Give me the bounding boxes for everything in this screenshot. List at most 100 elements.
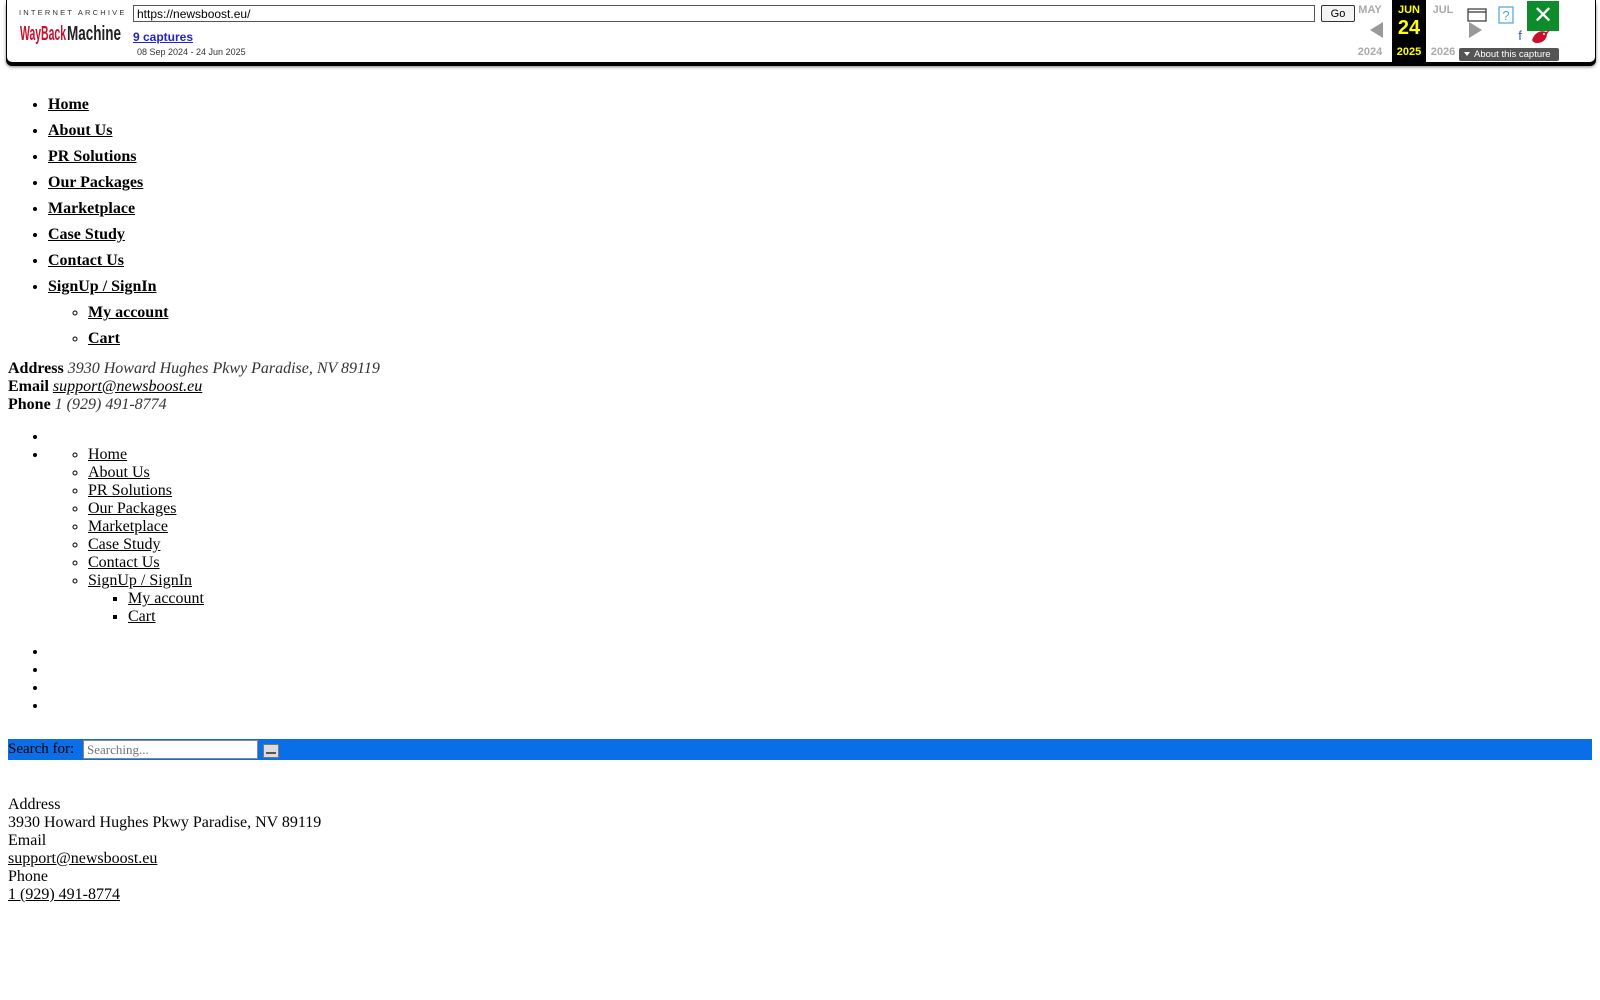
nav-link-my-account[interactable]: My account <box>88 304 168 321</box>
next-year-label: 2026 <box>1430 46 1456 58</box>
mobile-nav-link-home[interactable]: Home <box>88 446 127 463</box>
svg-text:f: f <box>1518 28 1522 42</box>
mobile-nav-submenu: My account Cart <box>88 590 1600 626</box>
current-month-label: JUN <box>1397 4 1420 16</box>
current-capture-column: JUN 24 2025 <box>1392 0 1426 62</box>
mobile-nav-link-pr-solutions[interactable]: PR Solutions <box>88 482 172 499</box>
mobile-nav-item: Home <box>88 446 1600 464</box>
footer-phone-label: Phone <box>8 868 48 885</box>
header-email-link[interactable]: support@newsboost.eu <box>53 378 202 395</box>
next-month-column[interactable]: JUL 2026 <box>1426 0 1460 62</box>
mobile-nav-link-contact[interactable]: Contact Us <box>88 554 160 571</box>
nav-item-signup: SignUp / SignIn My account Cart <box>48 274 1600 352</box>
nav-link-cart[interactable]: Cart <box>88 330 120 347</box>
header-address-value: 3930 Howard Hughes Pkwy Paradise, NV 891… <box>67 360 380 377</box>
nav-link-contact[interactable]: Contact Us <box>48 252 124 269</box>
mobile-nav-item: Case Study <box>88 536 1600 554</box>
main-nav: Home About Us PR Solutions Our Packages … <box>0 92 1600 352</box>
mobile-nav-link-about[interactable]: About Us <box>88 464 150 481</box>
current-year-label: 2025 <box>1396 46 1422 58</box>
mobile-nav-link-marketplace[interactable]: Marketplace <box>88 518 168 535</box>
empty-list-item <box>48 697 1600 715</box>
mobile-nav-link-signup[interactable]: SignUp / SignIn <box>88 572 192 589</box>
empty-list-item <box>48 679 1600 697</box>
help-icon[interactable]: ? <box>1498 6 1514 24</box>
about-this-capture-button[interactable]: About this capture <box>1459 48 1559 61</box>
wayback-toolbar: INTERNET ARCHIVE WayBack Machine Go 9 ca… <box>6 0 1596 63</box>
mobile-nav: Home About Us PR Solutions Our Packages … <box>0 428 1600 626</box>
mobile-nav-list: Home About Us PR Solutions Our Packages … <box>48 446 1600 626</box>
nav-link-home[interactable]: Home <box>48 96 89 113</box>
mobile-nav-subitem: Cart <box>128 608 1600 626</box>
search-submit-button[interactable] <box>263 744 279 758</box>
mobile-nav-item: SignUp / SignIn My account Cart <box>88 572 1600 626</box>
empty-list <box>0 643 1600 715</box>
empty-list-item <box>48 661 1600 679</box>
mobile-nav-link-packages[interactable]: Our Packages <box>88 500 176 517</box>
nav-link-case-study[interactable]: Case Study <box>48 226 125 243</box>
footer-email-label: Email <box>8 832 47 849</box>
next-capture-arrow-icon[interactable] <box>1469 22 1482 38</box>
mobile-nav-empty-item <box>48 428 1600 446</box>
wayback-machine-wordmark-icon: WayBack Machine <box>20 23 121 45</box>
nav-subitem-account: My account <box>88 300 1600 326</box>
header-address-row: Address 3930 Howard Hughes Pkwy Paradise… <box>8 360 1600 378</box>
nav-item-case-study: Case Study <box>48 222 1600 248</box>
nav-link-packages[interactable]: Our Packages <box>48 174 143 191</box>
mobile-nav-item: Marketplace <box>88 518 1600 536</box>
mobile-nav-subitem: My account <box>128 590 1600 608</box>
footer-contact-info: Address 3930 Howard Hughes Pkwy Paradise… <box>8 796 321 904</box>
search-bar: Search for: <box>8 739 1592 760</box>
empty-list-item <box>48 643 1600 661</box>
about-this-capture-label: About this capture <box>1474 49 1551 60</box>
mobile-nav-link-case-study[interactable]: Case Study <box>88 536 160 553</box>
header-address-label: Address <box>8 360 64 377</box>
nav-link-signup[interactable]: SignUp / SignIn <box>48 278 157 295</box>
window-icon[interactable] <box>1467 8 1487 22</box>
mobile-nav-menu-item: Home About Us PR Solutions Our Packages … <box>48 446 1600 626</box>
prev-capture-arrow-icon[interactable] <box>1370 22 1383 38</box>
header-phone-value: 1 (929) 491-8774 <box>54 396 167 413</box>
svg-text:Machine: Machine <box>67 23 121 45</box>
nav-link-marketplace[interactable]: Marketplace <box>48 200 135 217</box>
capture-date-range: 08 Sep 2024 - 24 Jun 2025 <box>137 47 246 57</box>
nav-item-packages: Our Packages <box>48 170 1600 196</box>
mobile-nav-item: PR Solutions <box>88 482 1600 500</box>
footer-email-link[interactable]: support@newsboost.eu <box>8 850 157 867</box>
search-input[interactable] <box>83 740 258 759</box>
prev-year-label: 2024 <box>1357 46 1383 58</box>
dropdown-caret-icon <box>1464 52 1470 57</box>
next-month-label: JUL <box>1432 4 1454 16</box>
nav-item-home: Home <box>48 92 1600 118</box>
nav-link-about[interactable]: About Us <box>48 122 112 139</box>
search-label: Search for: <box>8 741 75 757</box>
header-phone-label: Phone <box>8 396 51 413</box>
facebook-icon[interactable]: f <box>1515 28 1525 42</box>
footer-address-value: 3930 Howard Hughes Pkwy Paradise, NV 891… <box>8 814 322 831</box>
page-content: Home About Us PR Solutions Our Packages … <box>0 66 1600 715</box>
prev-month-label: MAY <box>1358 4 1382 16</box>
captures-link[interactable]: 9 captures <box>133 30 193 44</box>
nav-item-contact: Contact Us <box>48 248 1600 274</box>
footer-phone-link[interactable]: 1 (929) 491-8774 <box>8 886 120 903</box>
nav-item-about: About Us <box>48 118 1600 144</box>
logo-internet-archive-text: INTERNET ARCHIVE <box>19 8 127 17</box>
mobile-nav-item: Contact Us <box>88 554 1600 572</box>
go-button[interactable]: Go <box>1321 5 1355 22</box>
nav-submenu: My account Cart <box>48 300 1600 352</box>
svg-text:WayBack: WayBack <box>20 23 66 45</box>
nav-subitem-cart: Cart <box>88 326 1600 352</box>
svg-text:?: ? <box>1502 8 1509 23</box>
header-phone-row: Phone 1 (929) 491-8774 <box>8 396 1600 414</box>
current-day-label: 24 <box>1397 17 1421 39</box>
url-input[interactable] <box>133 5 1315 22</box>
twitter-bird-icon[interactable] <box>1529 26 1551 46</box>
mobile-nav-item: About Us <box>88 464 1600 482</box>
nav-link-pr-solutions[interactable]: PR Solutions <box>48 148 136 165</box>
wayback-logo[interactable]: INTERNET ARCHIVE WayBack Machine <box>19 8 127 52</box>
mobile-nav-item: Our Packages <box>88 500 1600 518</box>
footer-address-label: Address <box>8 796 61 813</box>
mobile-nav-link-my-account[interactable]: My account <box>128 590 204 607</box>
mobile-nav-link-cart[interactable]: Cart <box>128 608 156 625</box>
nav-item-marketplace: Marketplace <box>48 196 1600 222</box>
